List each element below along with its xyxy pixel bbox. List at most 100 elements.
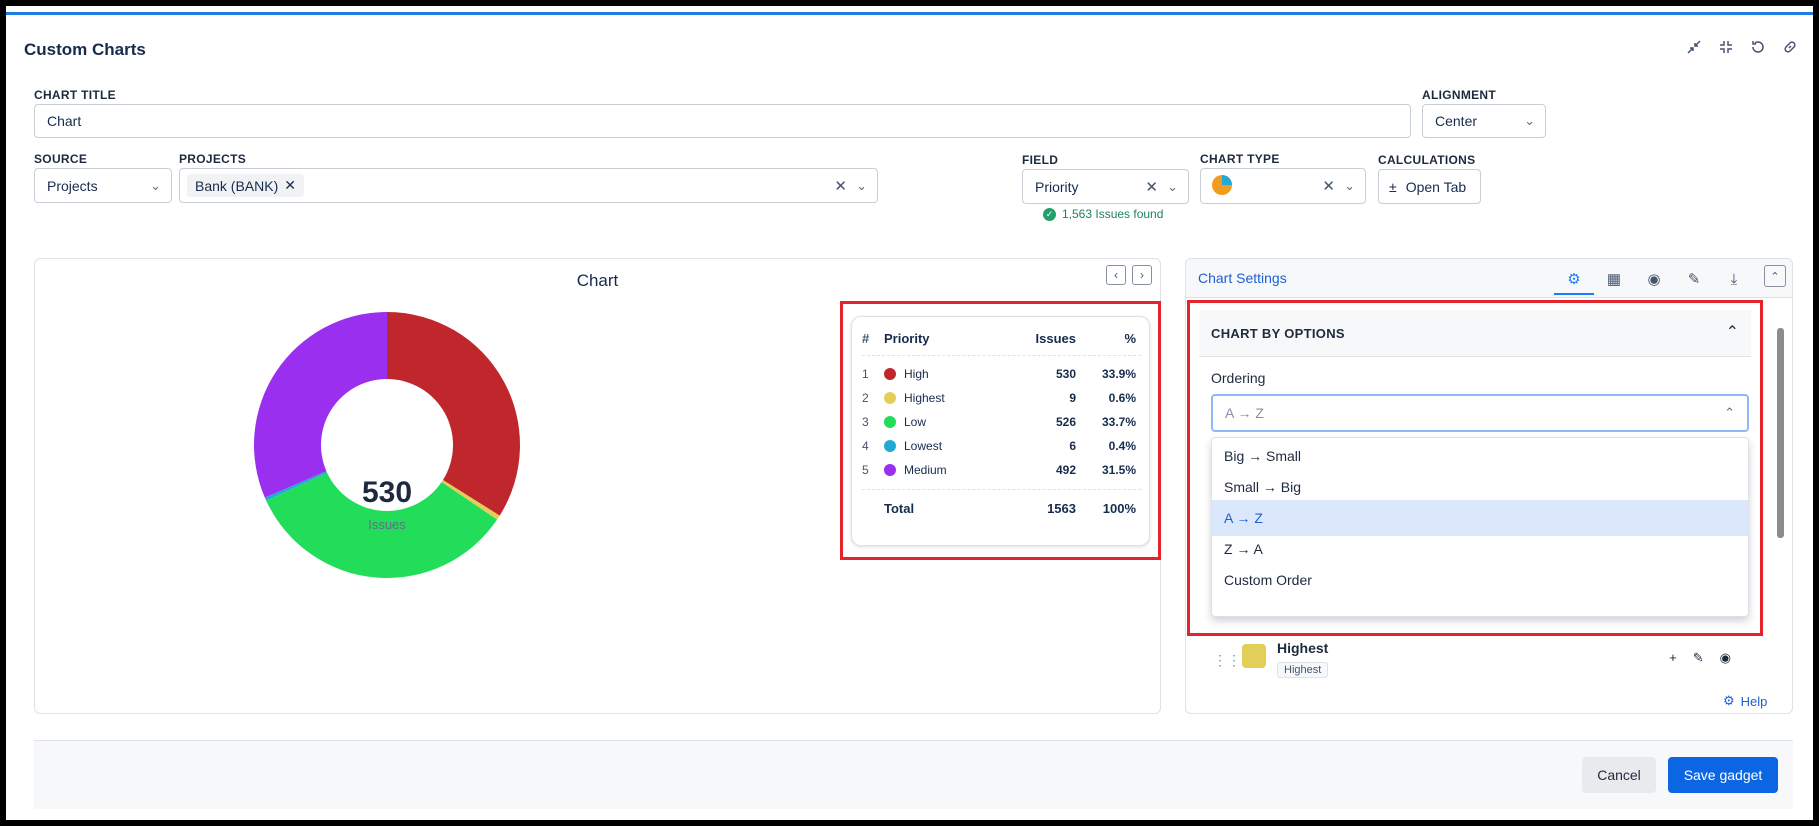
projects-label: PROJECTS [179,152,247,166]
total-issues: 1563 [1047,500,1076,516]
refresh-icon[interactable] [1749,38,1767,56]
eye-icon[interactable]: ◉ [1720,650,1731,666]
field-value: Priority [1035,178,1079,195]
col-num-header: # [862,330,870,346]
calculator-icon[interactable]: ▦ [1594,265,1634,293]
field-label: FIELD [1022,153,1059,167]
alignment-select[interactable]: Center ⌄ [1422,104,1546,138]
drag-handle-icon[interactable]: ⋮⋮ [1213,652,1241,669]
chart-title-value: Chart [47,113,82,129]
donut-slice-medium[interactable] [253,312,387,498]
row-issues: 9 [1069,391,1076,405]
edit-icon[interactable]: ✎ [1674,265,1714,293]
clear-icon[interactable]: ✕ [834,177,847,195]
alignment-label: ALIGNMENT [1422,88,1497,102]
color-swatch[interactable] [1242,644,1266,668]
projects-multiselect[interactable]: Bank (BANK) ✕ ✕ ⌄ [179,168,878,203]
calculations-label: CALCULATIONS [1378,153,1476,167]
chart-type-label: CHART TYPE [1200,152,1280,166]
help-link[interactable]: ⚙ Help [1723,693,1767,709]
chevron-down-icon: ⌄ [1344,178,1355,193]
add-icon[interactable]: + [1669,650,1677,666]
field-select[interactable]: Priority ✕ ⌄ [1022,169,1189,204]
chart-pagination: ‹ › [1106,265,1152,285]
chevron-right-icon[interactable]: › [1132,265,1152,285]
color-dot [884,392,896,404]
total-label: Total [884,500,915,516]
table-row: 3 Low 526 33.7% [862,412,1141,432]
row-pct: 0.4% [1108,439,1136,453]
pencil-icon[interactable]: ✎ [1693,650,1704,666]
row-pct: 31.5% [1101,463,1136,477]
source-select[interactable]: Projects ⌄ [34,168,172,203]
color-dot [884,464,896,476]
row-num: 2 [862,391,869,405]
col-priority-header: Priority [884,330,930,346]
source-value: Projects [47,177,98,194]
eye-icon[interactable]: ◉ [1634,265,1674,293]
chevron-down-icon: ⌄ [1524,113,1535,128]
row-pct: 33.9% [1101,367,1136,381]
table-total-row: Total 1563 100% [862,498,1141,518]
donut-center-value: 530 [361,476,413,509]
divider [862,355,1141,356]
issues-found-status: ✓ 1,563 Issues found [1043,207,1163,221]
row-issues: 530 [1055,367,1076,381]
highlight-box-options [1187,300,1763,636]
check-circle-icon: ✓ [1043,207,1056,221]
download-icon[interactable]: ⤓ [1714,265,1754,293]
total-pct: 100% [1102,500,1136,516]
chevron-down-icon: ⌄ [150,177,161,193]
color-dot [884,440,896,452]
chevron-down-icon: ⌄ [856,177,867,193]
row-issues: 526 [1055,415,1076,429]
help-label: Help [1740,693,1768,709]
gear-icon[interactable]: ⚙ [1554,265,1594,295]
color-dot [884,416,896,428]
chart-title-label: CHART TITLE [34,88,116,102]
row-issues: 6 [1069,439,1076,453]
chevron-up-icon[interactable]: ⌃ [1764,265,1786,287]
chart-title-input[interactable]: Chart [34,104,1411,138]
settings-title: Chart Settings [1198,270,1287,286]
row-pct: 0.6% [1108,391,1136,405]
table-row: 2 Highest 9 0.6% [862,388,1141,408]
donut-chart [253,312,520,578]
remove-tag-icon[interactable]: ✕ [284,177,296,194]
window-controls [1685,38,1799,56]
col-issues-header: Issues [1035,330,1076,346]
scrollbar-thumb[interactable] [1777,328,1784,538]
shrink-icon[interactable] [1685,38,1703,56]
minimize-icon[interactable] [1717,38,1735,56]
clear-icon[interactable]: ✕ [1145,178,1158,196]
row-issues: 492 [1055,463,1076,477]
window-accent-bar [6,12,1813,15]
open-tab-button[interactable]: ± Open Tab [1378,169,1481,204]
list-item: ⋮⋮ Highest Highest + ✎ ◉ [1199,638,1759,680]
plus-minus-icon: ± [1389,178,1397,195]
cancel-button[interactable]: Cancel [1582,757,1656,793]
row-num: 4 [862,439,869,453]
donut-center-label: Issues [368,517,406,532]
table-row: 5 Medium 492 31.5% [862,460,1141,480]
chevron-down-icon: ⌄ [1167,178,1178,194]
color-dot [884,368,896,380]
link-icon[interactable] [1781,38,1799,56]
alignment-value: Center [1435,113,1478,129]
row-name: Low [904,415,927,429]
settings-header: Chart Settings ⚙ ▦ ◉ ✎ ⤓ ⌃ [1186,259,1792,298]
issues-found-text: 1,563 Issues found [1062,207,1164,221]
row-num: 1 [862,367,869,381]
chevron-left-icon[interactable]: ‹ [1106,265,1126,285]
row-name: Highest [904,391,945,405]
row-pct: 33.7% [1101,415,1136,429]
table-row: 4 Lowest 6 0.4% [862,436,1141,456]
row-name: Lowest [904,439,943,453]
settings-scrollbar[interactable] [1775,316,1785,680]
divider [862,489,1141,490]
chart-type-select[interactable]: ✕ ⌄ [1200,168,1366,204]
clear-icon[interactable]: ✕ [1322,177,1335,195]
row-num: 3 [862,415,869,429]
priority-table: # Priority Issues % 1 High 530 33.9% 2 H… [851,316,1150,546]
save-gadget-button[interactable]: Save gadget [1668,757,1778,793]
